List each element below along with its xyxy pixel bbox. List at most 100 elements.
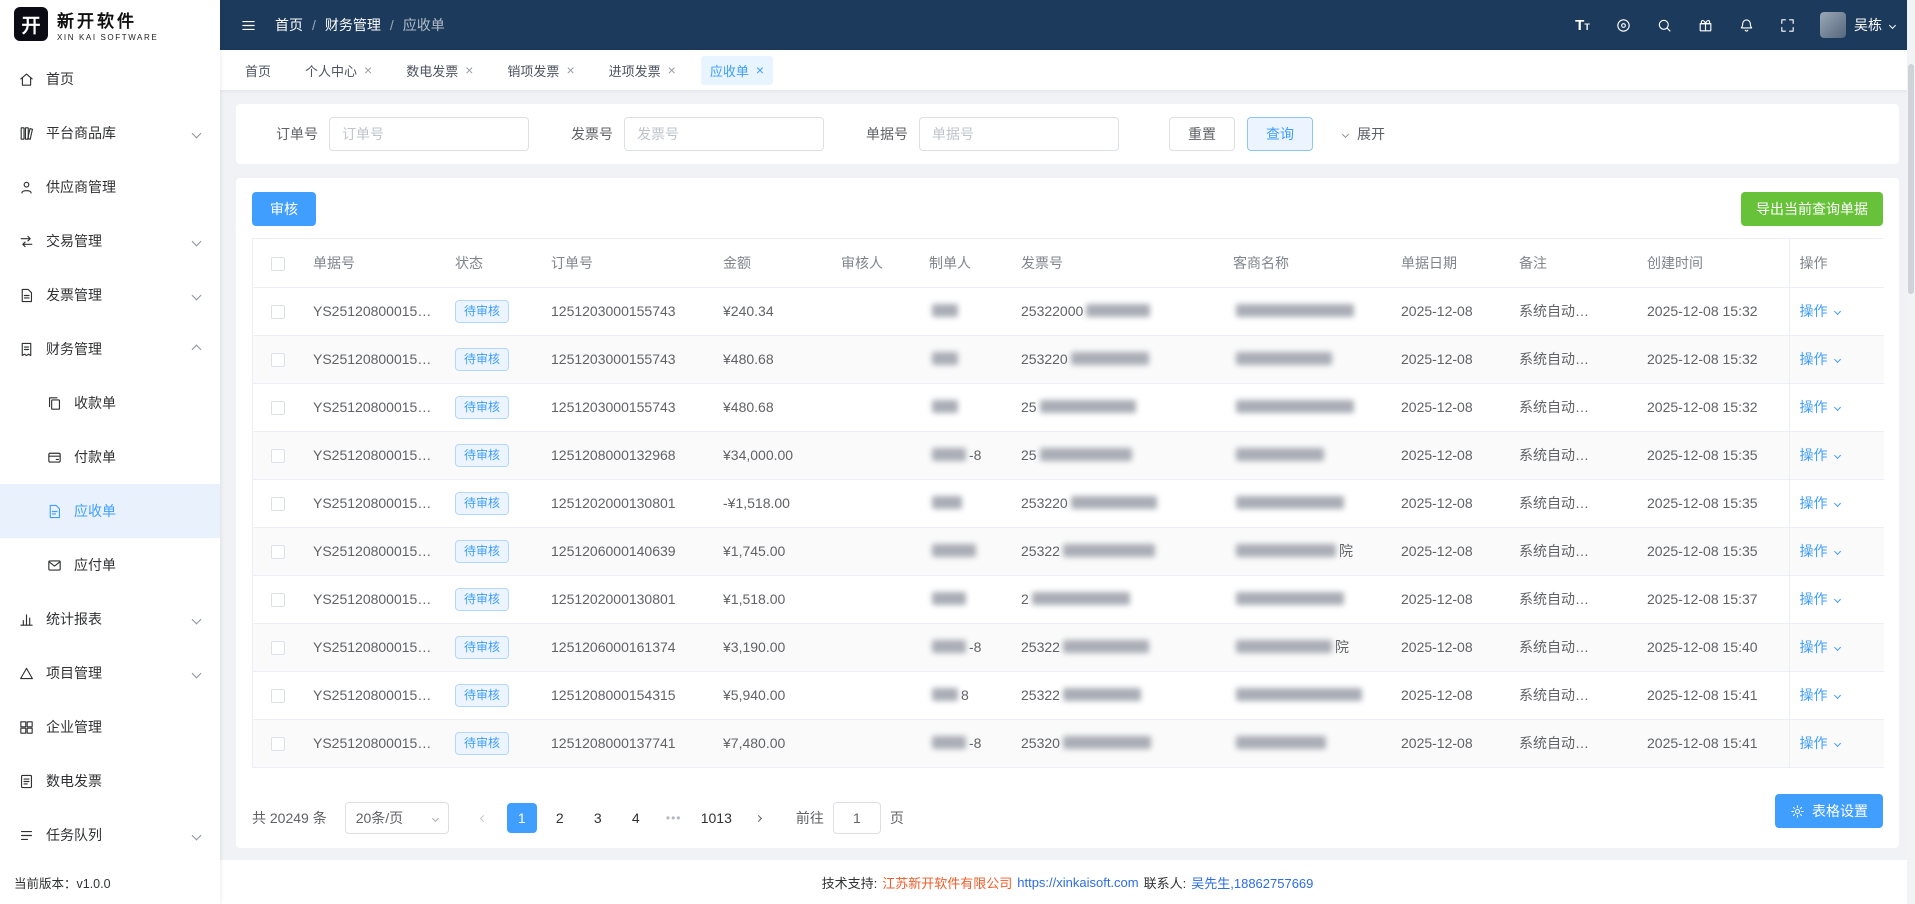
row-checkbox[interactable]	[271, 641, 285, 655]
row-checkbox[interactable]	[271, 305, 285, 319]
user-menu[interactable]: 吴栋	[1820, 12, 1895, 38]
page-button-2[interactable]: 2	[545, 803, 575, 833]
tab-5[interactable]: 应收单×	[701, 56, 773, 85]
row-checkbox[interactable]	[271, 737, 285, 751]
sidebar-item-trade[interactable]: 交易管理	[0, 214, 220, 268]
hamburger-menu-icon[interactable]	[240, 17, 257, 34]
sidebar-item-receipt[interactable]: 收款单	[0, 376, 220, 430]
close-icon[interactable]: ×	[668, 63, 676, 77]
row-checkbox[interactable]	[271, 689, 285, 703]
row-action-dropdown[interactable]: 操作	[1800, 637, 1840, 657]
gift-icon[interactable]	[1697, 17, 1714, 34]
sidebar-item-project[interactable]: 项目管理	[0, 646, 220, 700]
tab-3[interactable]: 销项发票×	[498, 56, 583, 85]
sidebar-item-library[interactable]: 平台商品库	[0, 106, 220, 160]
sidebar-item-finance[interactable]: 财务管理	[0, 322, 220, 376]
row-action-dropdown[interactable]: 操作	[1800, 301, 1840, 321]
chevron-down-icon	[1833, 691, 1840, 698]
prev-page-button[interactable]	[469, 803, 499, 833]
page-button-1[interactable]: 1	[507, 803, 537, 833]
table-settings-button[interactable]: 表格设置	[1775, 794, 1883, 828]
audit-button[interactable]: 审核	[252, 192, 316, 226]
tab-0[interactable]: 首页	[236, 56, 280, 85]
sidebar-item-enterprise[interactable]: 企业管理	[0, 700, 220, 754]
tab-2[interactable]: 数电发票×	[397, 56, 482, 85]
row-action-dropdown[interactable]: 操作	[1800, 493, 1840, 513]
pagination: 共 20249 条 20条/页 1234•••1013 前往 页 表格设置	[252, 788, 1883, 834]
row-checkbox[interactable]	[271, 593, 285, 607]
font-size-icon[interactable]: TT	[1574, 17, 1591, 34]
sidebar-item-stats[interactable]: 统计报表	[0, 592, 220, 646]
tab-1[interactable]: 个人中心×	[296, 56, 381, 85]
chevron-down-icon	[192, 236, 202, 246]
page-button-4[interactable]: 4	[621, 803, 651, 833]
fullscreen-icon[interactable]	[1779, 17, 1796, 34]
sidebar-item-invoice[interactable]: 发票管理	[0, 268, 220, 322]
sidebar-item-supplier[interactable]: 供应商管理	[0, 160, 220, 214]
page-scrollbar[interactable]	[1907, 0, 1915, 904]
row-action-dropdown[interactable]: 操作	[1800, 733, 1840, 753]
breadcrumb: 首页/财务管理/应收单	[275, 15, 445, 35]
sidebar-item-queue[interactable]: 任务队列	[0, 808, 220, 862]
row-action-dropdown[interactable]: 操作	[1800, 685, 1840, 705]
tab-label: 进项发票	[609, 61, 661, 80]
filter-input-0[interactable]	[329, 117, 529, 151]
row-action-dropdown[interactable]: 操作	[1800, 541, 1840, 561]
reset-button[interactable]: 重置	[1169, 117, 1235, 151]
export-button[interactable]: 导出当前查询单据	[1741, 192, 1883, 226]
breadcrumb-item-1[interactable]: 财务管理	[325, 15, 381, 35]
row-checkbox[interactable]	[271, 545, 285, 559]
cell-action: 操作	[1789, 527, 1884, 575]
expand-toggle[interactable]: 展开	[1343, 124, 1385, 144]
website-link[interactable]: https://xinkaisoft.com	[1017, 875, 1138, 890]
table-header-row: 单据号状态订单号金额审核人制单人发票号客商名称单据日期备注创建时间操作	[253, 239, 1884, 287]
close-icon[interactable]: ×	[756, 63, 764, 77]
row-action-dropdown[interactable]: 操作	[1800, 397, 1840, 417]
scrollbar-thumb[interactable]	[1908, 64, 1914, 294]
redacted-text	[1063, 640, 1149, 653]
sidebar-item-payment[interactable]: 付款单	[0, 430, 220, 484]
home-icon	[18, 71, 35, 88]
row-checkbox[interactable]	[271, 449, 285, 463]
row-action-dropdown[interactable]: 操作	[1800, 349, 1840, 369]
chevron-down-icon	[192, 290, 202, 300]
sidebar-item-home[interactable]: 首页	[0, 52, 220, 106]
menu-item-label: 应收单	[74, 501, 116, 521]
row-action-dropdown[interactable]: 操作	[1800, 445, 1840, 465]
search-icon[interactable]	[1656, 17, 1673, 34]
close-icon[interactable]: ×	[465, 63, 473, 77]
bell-icon[interactable]	[1738, 17, 1755, 34]
close-icon[interactable]: ×	[566, 63, 574, 77]
row-checkbox[interactable]	[271, 353, 285, 367]
sidebar-item-payable[interactable]: 应付单	[0, 538, 220, 592]
receivable-icon	[46, 503, 63, 520]
theme-icon[interactable]	[1615, 17, 1632, 34]
tab-4[interactable]: 进项发票 ×	[600, 56, 685, 85]
select-all-checkbox[interactable]	[271, 257, 285, 271]
cell-creator: 8	[919, 671, 1011, 719]
filter-input-1[interactable]	[624, 117, 824, 151]
app-logo[interactable]: 开 新开软件 XIN KAI SOFTWARE	[0, 0, 220, 48]
cell-doc-date: 2025-12-08	[1391, 575, 1509, 623]
chevron-down-icon	[192, 830, 202, 840]
column-header: 单据号	[303, 239, 445, 287]
row-checkbox[interactable]	[271, 401, 285, 415]
cell-creator	[919, 287, 1011, 335]
filter-input-2[interactable]	[919, 117, 1119, 151]
redacted-text	[1236, 544, 1336, 557]
row-action-dropdown[interactable]: 操作	[1800, 589, 1840, 609]
page-button-3[interactable]: 3	[583, 803, 613, 833]
close-icon[interactable]: ×	[364, 63, 372, 77]
more-pages-icon[interactable]: •••	[659, 803, 689, 833]
search-button[interactable]: 查询	[1247, 117, 1313, 151]
next-page-button[interactable]	[744, 803, 774, 833]
cell-creator	[919, 383, 1011, 431]
page-size-select[interactable]: 20条/页	[345, 802, 449, 834]
goto-page-input[interactable]	[833, 802, 881, 834]
sidebar-item-receivable[interactable]: 应收单	[0, 484, 220, 538]
row-checkbox[interactable]	[271, 497, 285, 511]
contact-value[interactable]: 吴先生,18862757669	[1191, 873, 1313, 892]
breadcrumb-item-0[interactable]: 首页	[275, 15, 303, 35]
sidebar-item-einvoice[interactable]: 数电发票	[0, 754, 220, 808]
page-button-1013[interactable]: 1013	[697, 803, 736, 833]
